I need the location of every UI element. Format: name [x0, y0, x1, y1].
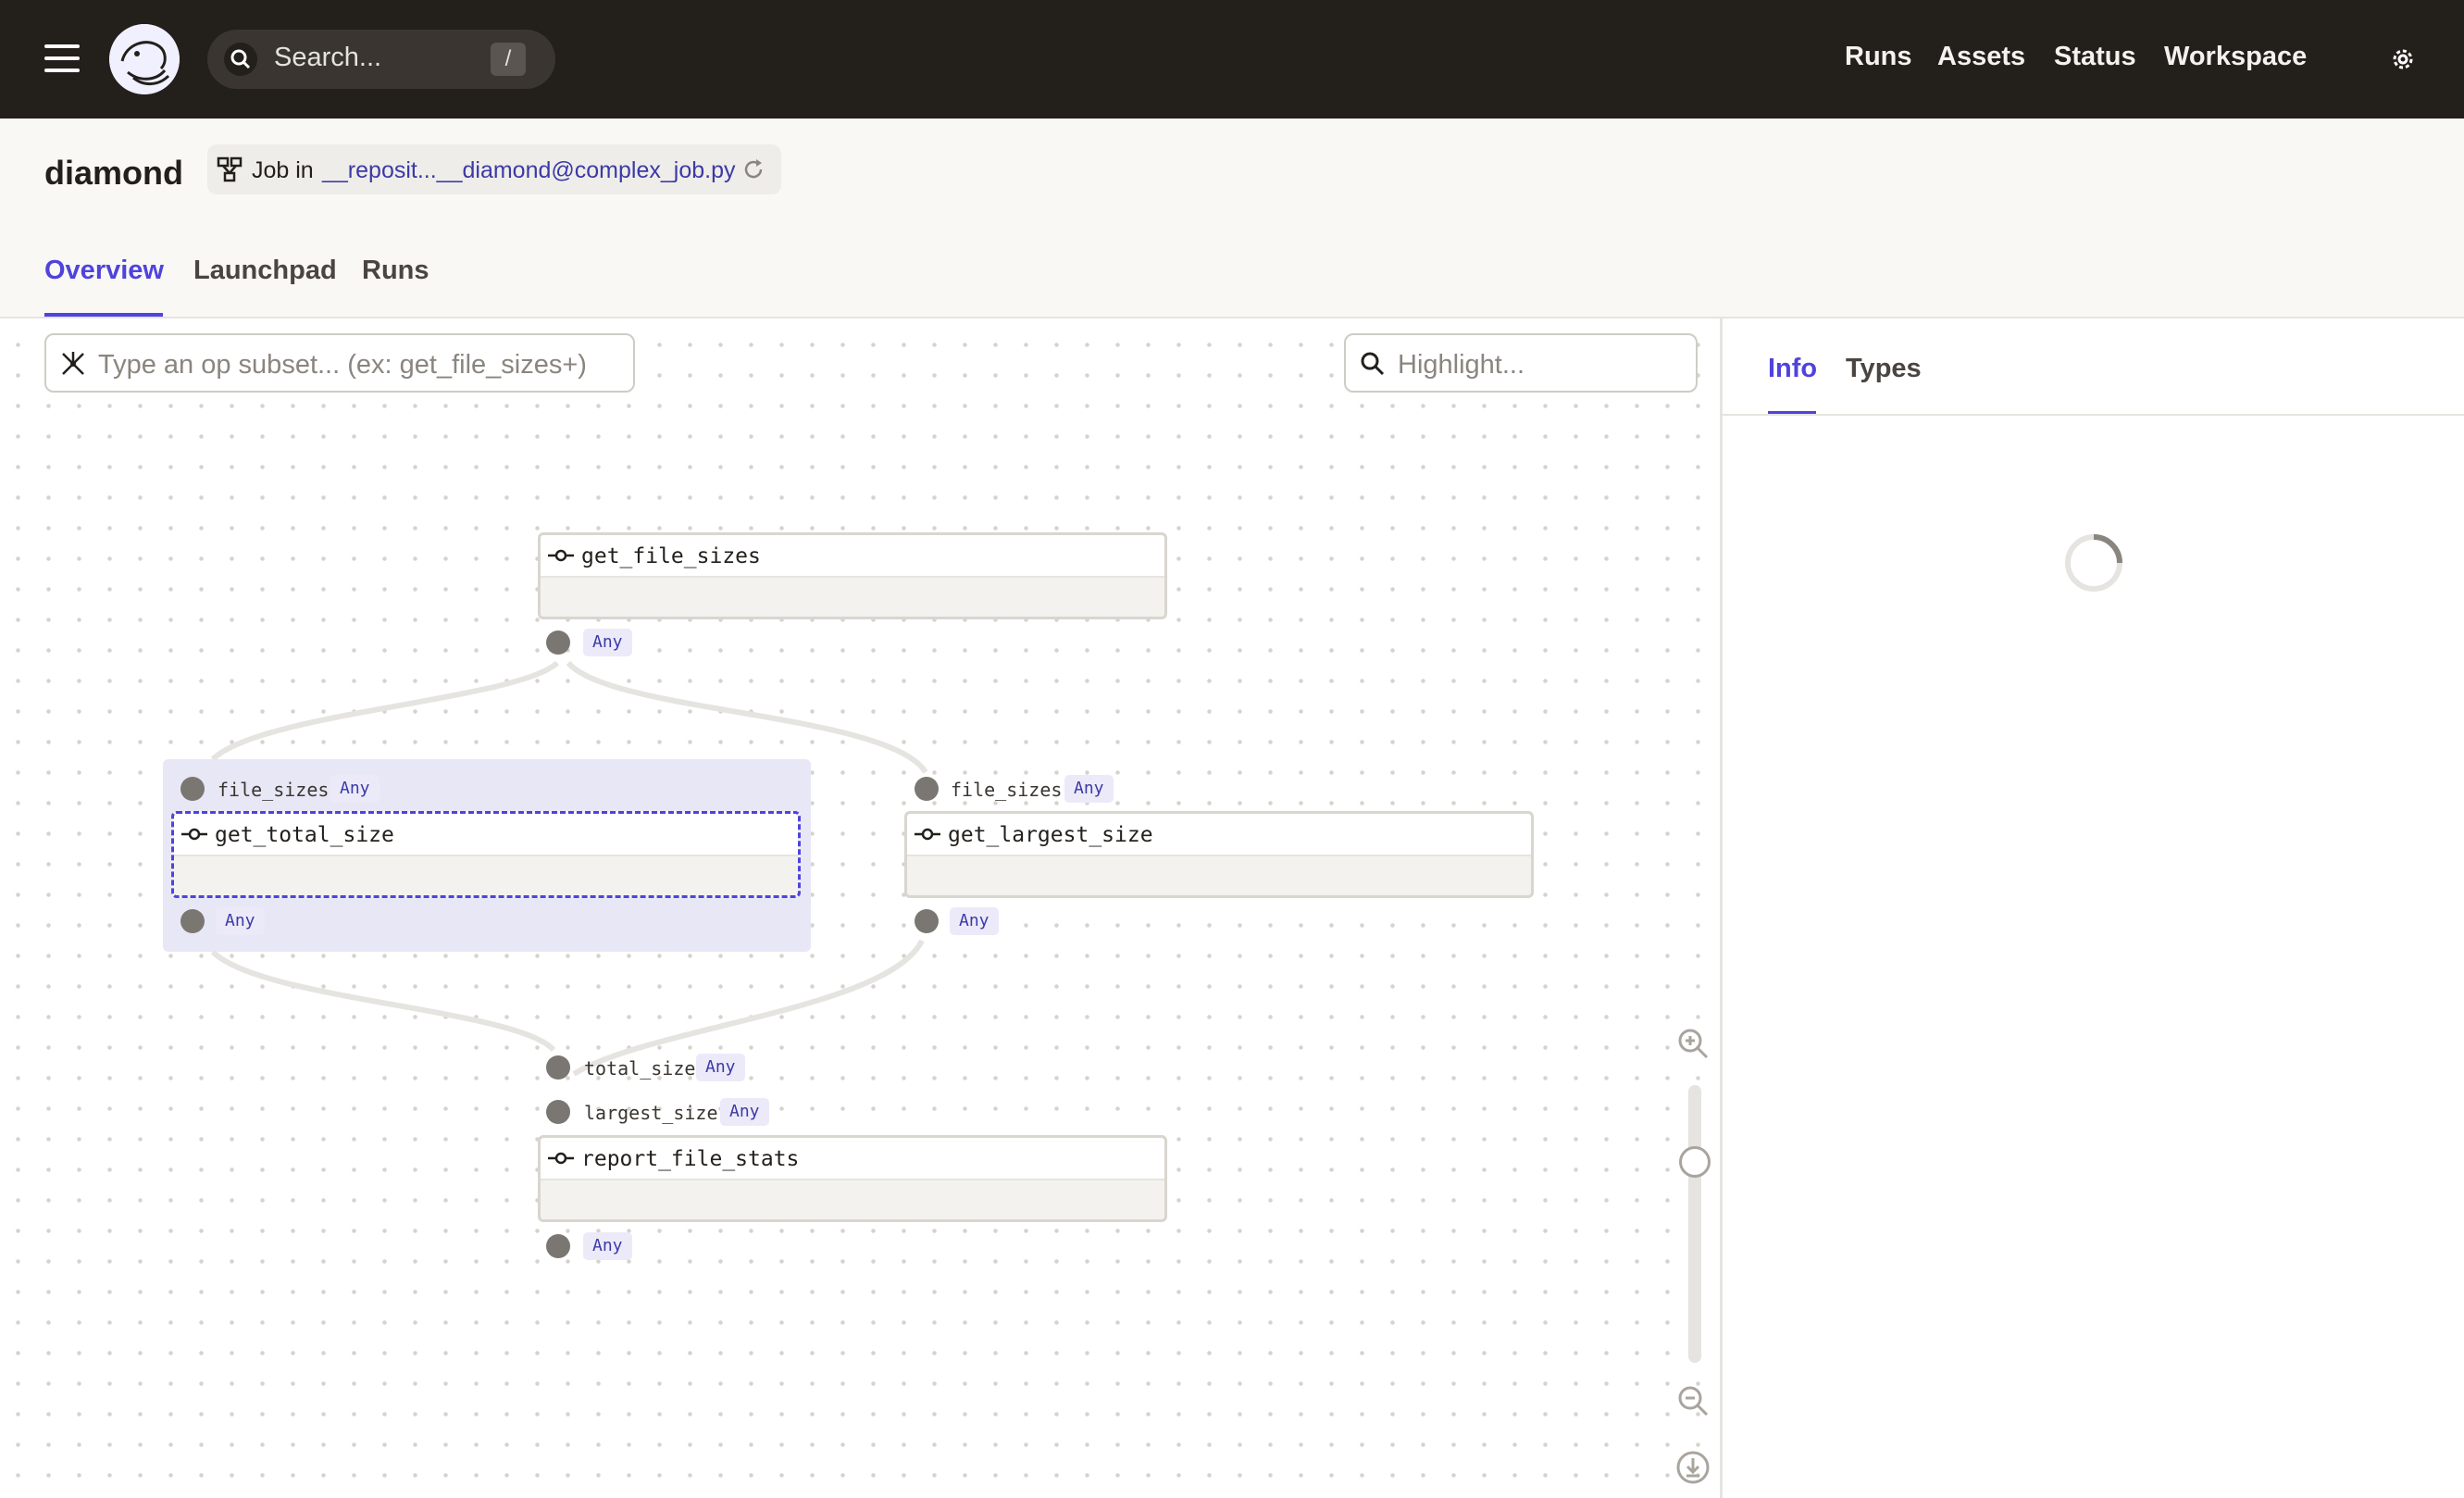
op-subset-input[interactable]: Type an op subset... (ex: get_file_sizes… [44, 333, 635, 393]
input-port[interactable] [180, 777, 205, 801]
tab-overview[interactable]: Overview [44, 256, 164, 286]
op-node-get-file-sizes[interactable]: get_file_sizes [538, 532, 1167, 619]
zoom-slider-track[interactable] [1688, 1085, 1701, 1363]
op-header: get_total_size [174, 814, 798, 856]
op-node-get-largest-size[interactable]: get_largest_size [904, 811, 1534, 898]
search-placeholder: Search... [274, 43, 382, 72]
op-name: get_total_size [215, 823, 394, 847]
op-icon [915, 828, 940, 841]
input-name: total_size [584, 1057, 696, 1080]
input-port[interactable] [915, 777, 939, 801]
tab-types[interactable]: Types [1846, 354, 1922, 384]
zoom-slider-handle[interactable] [1679, 1146, 1711, 1178]
job-location-chip: Job in __reposit...__diamond@complex_job… [207, 144, 781, 194]
loading-spinner-icon [2065, 534, 2122, 592]
tab-info[interactable]: Info [1768, 354, 1817, 384]
job-repository-link[interactable]: __reposit...__diamond@complex_job.py [322, 157, 735, 184]
output-port[interactable] [546, 1234, 570, 1258]
dagster-logo[interactable] [109, 24, 180, 94]
side-panel-divider [1723, 414, 2464, 416]
menu-icon[interactable] [44, 44, 80, 72]
highlight-input[interactable]: Highlight... [1344, 333, 1698, 393]
top-bar: Search... / Runs Assets Status Workspace [0, 0, 2464, 119]
zoom-out-icon[interactable] [1675, 1383, 1711, 1418]
output-port[interactable] [546, 630, 570, 655]
output-port[interactable] [180, 909, 205, 933]
tab-launchpad[interactable]: Launchpad [193, 256, 337, 286]
output-port[interactable] [915, 909, 939, 933]
input-type-chip: Any [330, 775, 380, 803]
input-type-chip: Any [720, 1098, 769, 1126]
search-icon [224, 43, 257, 76]
output-type-chip: Any [216, 907, 265, 935]
reload-icon[interactable] [740, 156, 766, 182]
nav-status[interactable]: Status [2054, 42, 2136, 72]
op-name: report_file_stats [581, 1147, 800, 1171]
download-icon[interactable] [1675, 1450, 1711, 1485]
op-icon [548, 549, 574, 562]
tab-runs[interactable]: Runs [362, 256, 429, 286]
input-type-chip: Any [696, 1054, 745, 1081]
job-icon [217, 156, 243, 182]
output-type-chip: Any [583, 629, 632, 656]
input-port[interactable] [546, 1055, 570, 1080]
search-icon [1361, 352, 1385, 376]
highlight-placeholder: Highlight... [1398, 350, 1525, 380]
op-icon [548, 1152, 574, 1165]
gear-icon[interactable] [2386, 43, 2420, 76]
active-tab-indicator [44, 313, 163, 317]
search-shortcut-key: / [491, 43, 526, 76]
op-name: get_file_sizes [581, 544, 761, 568]
op-icon [181, 828, 207, 841]
side-panel [1723, 318, 2464, 1498]
output-type-chip: Any [583, 1232, 632, 1260]
input-name: file_sizes [951, 779, 1063, 801]
op-header: get_file_sizes [541, 535, 1164, 578]
nav-assets[interactable]: Assets [1937, 42, 2025, 72]
op-header: report_file_stats [541, 1138, 1164, 1180]
input-port[interactable] [546, 1100, 570, 1124]
input-type-chip: Any [1064, 775, 1114, 803]
nav-workspace[interactable]: Workspace [2164, 42, 2307, 72]
op-node-get-total-size[interactable]: get_total_size [171, 811, 801, 898]
job-prefix: Job in [252, 157, 314, 183]
zoom-in-icon[interactable] [1675, 1026, 1711, 1061]
op-selector-icon [62, 352, 84, 375]
op-header: get_largest_size [907, 814, 1531, 856]
op-node-report-file-stats[interactable]: report_file_stats [538, 1135, 1167, 1222]
nav-runs[interactable]: Runs [1845, 42, 1912, 72]
input-name: file_sizes [218, 779, 330, 801]
page-title: diamond [44, 154, 183, 192]
op-name: get_largest_size [948, 823, 1153, 847]
page-header: diamond Job in __reposit...__diamond@com… [0, 119, 2464, 318]
output-type-chip: Any [950, 907, 999, 935]
global-search[interactable]: Search... / [207, 30, 555, 89]
op-subset-placeholder: Type an op subset... (ex: get_file_sizes… [98, 350, 587, 380]
input-name: largest_size [584, 1102, 718, 1124]
